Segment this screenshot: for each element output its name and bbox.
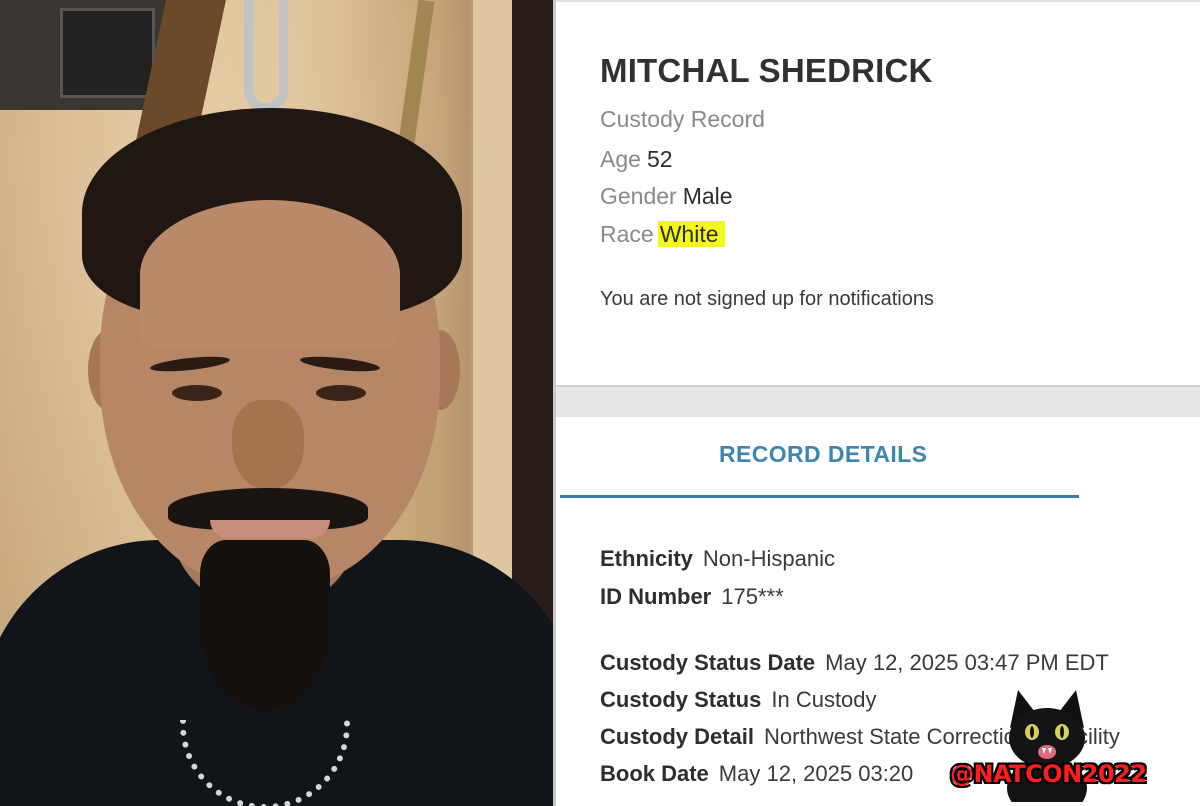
- ethnicity-label: Ethnicity: [600, 546, 693, 571]
- book-date-value: May 12, 2025 03:20: [718, 761, 914, 786]
- watermark-handle: @NATCON2022: [950, 760, 1147, 788]
- custody-status-value: In Custody: [771, 687, 877, 712]
- id-number-label: ID Number: [600, 584, 712, 609]
- record-summary-card: MITCHAL SHEDRICK Custody Record Age 52 Ge…: [556, 0, 1200, 385]
- race-value-highlighted: White: [657, 221, 725, 247]
- book-date-label: Book Date: [600, 761, 709, 786]
- custody-status-date-row: Custody Status Date May 12, 2025 03:47 PM…: [600, 650, 1109, 676]
- custody-record-panel: MITCHAL SHEDRICK Custody Record Age 52 Ge…: [553, 0, 1200, 806]
- gender-line: Gender Male: [600, 183, 733, 210]
- id-number-row: ID Number 175***: [600, 584, 784, 610]
- inmate-name: MITCHAL SHEDRICK: [600, 52, 933, 89]
- photo-nose: [232, 400, 304, 490]
- id-number-value: 175***: [721, 584, 784, 609]
- ethnicity-value: Non-Hispanic: [702, 546, 835, 571]
- record-subtitle: Custody Record: [600, 106, 765, 132]
- photo-eye-right: [316, 385, 366, 401]
- age-label: Age: [600, 146, 641, 172]
- photo-hook: [244, 0, 288, 112]
- race-label: Race: [600, 221, 654, 247]
- custody-status-row: Custody Status In Custody: [600, 687, 877, 713]
- gender-value: Male: [682, 183, 733, 209]
- tab-active-indicator: [560, 495, 1079, 498]
- photo-eye-left: [172, 385, 222, 401]
- photo-goatee: [200, 540, 330, 710]
- photo-shelf-item: [60, 8, 155, 98]
- person-photo: [0, 0, 553, 806]
- age-line: Age 52: [600, 146, 673, 173]
- custody-status-date-label: Custody Status Date: [600, 650, 816, 675]
- book-date-row: Book Date May 12, 2025 03:20: [600, 761, 913, 787]
- race-line: Race White: [600, 221, 725, 248]
- photo-mouth: [210, 520, 330, 538]
- custody-status-date-value: May 12, 2025 03:47 PM EDT: [825, 650, 1109, 675]
- tab-record-details[interactable]: RECORD DETAILS: [719, 441, 927, 468]
- section-divider: [556, 385, 1200, 417]
- photo-forehead: [140, 200, 400, 350]
- gender-label: Gender: [600, 183, 677, 209]
- custody-detail-label: Custody Detail: [600, 724, 755, 749]
- age-value: 52: [646, 146, 673, 172]
- custody-status-label: Custody Status: [600, 687, 762, 712]
- ethnicity-row: Ethnicity Non-Hispanic: [600, 546, 835, 572]
- notifications-status[interactable]: You are not signed up for notifications: [600, 288, 934, 311]
